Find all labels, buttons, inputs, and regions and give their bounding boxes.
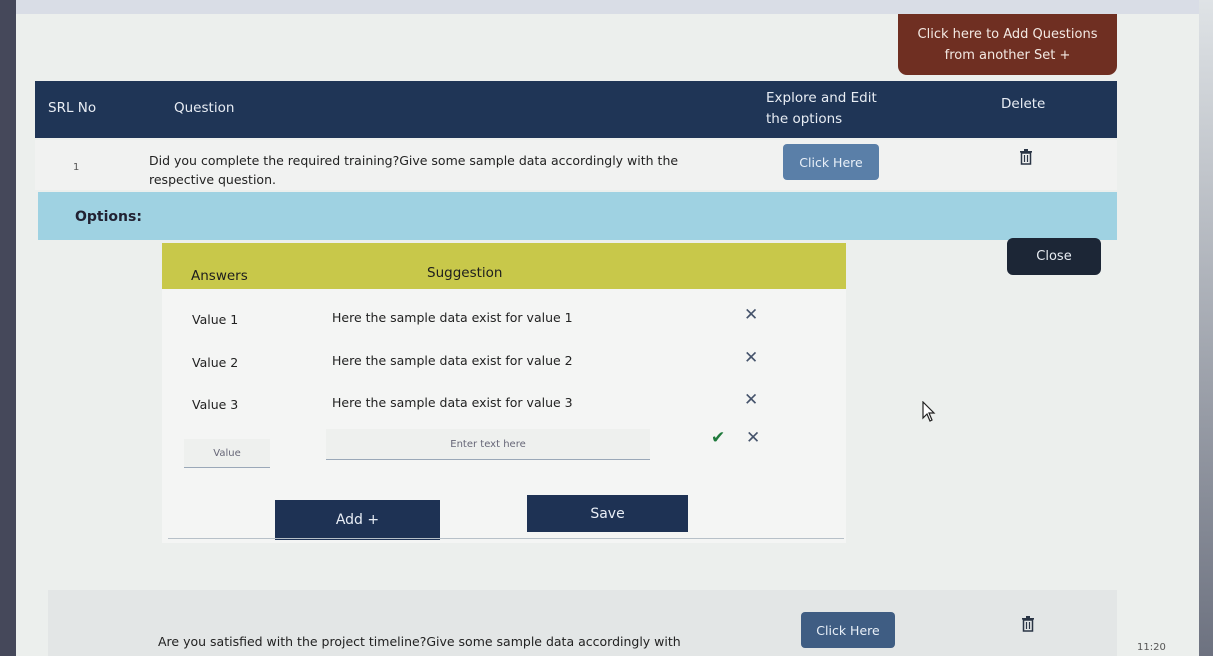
answer-row: Value 3 Here the sample data exist for v… — [162, 385, 846, 425]
close-icon[interactable]: ✕ — [744, 348, 758, 368]
add-questions-line2: from another Set + — [944, 47, 1071, 63]
explore-options-button[interactable]: Click Here — [783, 144, 879, 180]
close-icon[interactable]: ✕ — [744, 305, 758, 325]
questions-table-header: SRL No Question Explore and Edit the opt… — [35, 81, 1117, 138]
add-option-button[interactable]: Add + — [275, 500, 440, 540]
answer-suggestion: Here the sample data exist for value 1 — [332, 310, 573, 325]
new-suggestion-input[interactable] — [326, 429, 650, 460]
answer-suggestion: Here the sample data exist for value 2 — [332, 353, 573, 368]
save-options-button[interactable]: Save — [527, 495, 688, 532]
row-question-text: Did you complete the required training?G… — [149, 153, 679, 187]
monitor-bezel-left — [0, 0, 16, 656]
check-icon[interactable]: ✔ — [711, 428, 725, 448]
taskbar-clock: 11:20 — [1137, 642, 1166, 653]
close-icon[interactable]: ✕ — [746, 428, 760, 448]
row-question-text: Are you satisfied with the project timel… — [158, 634, 681, 649]
answer-suggestion: Here the sample data exist for value 3 — [332, 395, 573, 410]
answer-value: Value 3 — [192, 397, 239, 412]
new-value-input[interactable] — [184, 439, 270, 468]
close-icon[interactable]: ✕ — [744, 390, 758, 410]
panel-divider — [168, 538, 844, 539]
answer-row: Value 2 Here the sample data exist for v… — [162, 343, 846, 383]
add-questions-from-another-set-button[interactable]: Click here to Add Questions from another… — [898, 14, 1117, 75]
explore-options-button[interactable]: Click Here — [801, 612, 895, 648]
header-delete: Delete — [1001, 96, 1046, 112]
header-explore-line2: the options — [766, 111, 843, 127]
trash-icon[interactable] — [1019, 149, 1033, 165]
options-title: Options: — [75, 209, 142, 225]
options-section-bar: Options: — [38, 192, 1117, 240]
header-explore-line1: Explore and Edit — [766, 90, 877, 106]
row-srl-number: 1 — [73, 162, 80, 173]
header-question: Question — [174, 100, 235, 116]
add-questions-line1: Click here to Add Questions — [917, 26, 1098, 42]
answers-table-header: Answers Suggestion — [162, 243, 846, 289]
header-srl-no: SRL No — [48, 100, 97, 116]
answer-value: Value 1 — [192, 312, 239, 327]
monitor-bezel-top — [0, 0, 1213, 14]
answer-row: Value 1 Here the sample data exist for v… — [162, 300, 846, 340]
answer-value: Value 2 — [192, 355, 239, 370]
close-options-button[interactable]: Close — [1007, 238, 1101, 275]
header-answers: Answers — [191, 268, 248, 284]
header-suggestion: Suggestion — [427, 265, 503, 281]
trash-icon[interactable] — [1021, 616, 1035, 632]
monitor-bezel-right — [1199, 0, 1213, 656]
question-row: 1 Did you complete the required training… — [35, 140, 1117, 190]
question-row: Are you satisfied with the project timel… — [48, 590, 1117, 656]
mouse-cursor-icon — [922, 401, 936, 422]
